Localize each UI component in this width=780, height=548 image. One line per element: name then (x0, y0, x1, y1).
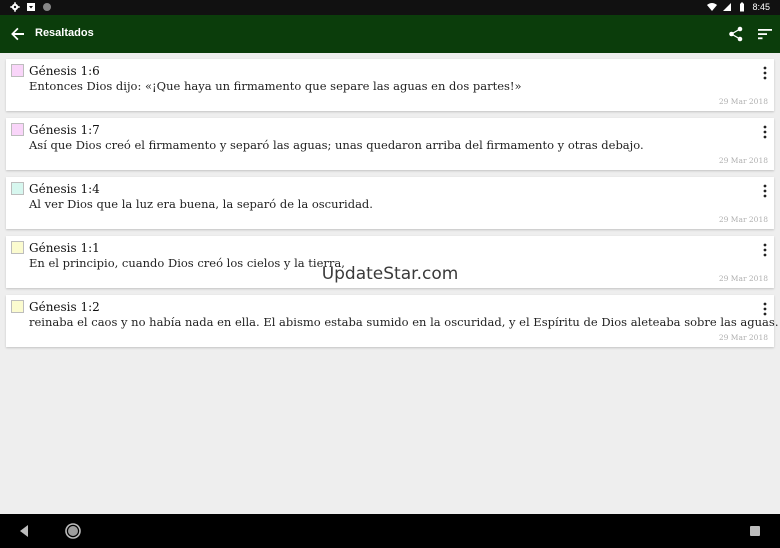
verse-reference: Génesis 1:2 (29, 300, 100, 314)
verse-text: reinaba el caos y no había nada en ella.… (29, 315, 779, 329)
more-vert-icon[interactable] (762, 243, 768, 257)
navigation-bar (0, 514, 780, 548)
wifi-icon (707, 3, 718, 11)
status-bar: 8:45 (0, 0, 780, 15)
verse-reference: Génesis 1:4 (29, 182, 100, 196)
status-time: 8:45 (752, 2, 770, 12)
circle-icon (43, 3, 51, 11)
highlight-color-swatch (11, 241, 24, 254)
highlight-color-swatch (11, 300, 24, 313)
highlight-date: 29 Mar 2018 (718, 97, 768, 106)
more-vert-icon[interactable] (762, 302, 768, 316)
more-vert-icon[interactable] (762, 184, 768, 198)
more-vert-icon[interactable] (762, 66, 768, 80)
settings-icon (10, 2, 20, 12)
verse-reference: Génesis 1:1 (29, 241, 100, 255)
battery-icon (740, 2, 745, 12)
verse-text: Entonces Dios dijo: «¡Que haya un firmam… (29, 79, 522, 93)
nav-back-icon[interactable] (16, 523, 32, 539)
nav-home-icon[interactable] (64, 522, 82, 540)
sort-icon[interactable] (756, 25, 774, 43)
highlight-date: 29 Mar 2018 (718, 156, 768, 165)
share-icon[interactable] (727, 25, 745, 43)
back-arrow-icon[interactable] (8, 24, 28, 44)
highlight-date: 29 Mar 2018 (718, 215, 768, 224)
highlight-card[interactable]: Génesis 1:4 Al ver Dios que la luz era b… (6, 177, 774, 229)
verse-text: Al ver Dios que la luz era buena, la sep… (29, 197, 373, 211)
more-vert-icon[interactable] (762, 125, 768, 139)
watermark: UpdateStar.com (321, 264, 459, 284)
page-title: Resaltados (35, 27, 94, 39)
highlight-color-swatch (11, 182, 24, 195)
verse-reference: Génesis 1:6 (29, 64, 100, 78)
highlight-card[interactable]: Génesis 1:2 reinaba el caos y no había n… (6, 295, 778, 347)
app-bar: Resaltados (0, 15, 780, 53)
verse-text: Así que Dios creó el firmamento y separó… (29, 138, 644, 152)
highlight-card[interactable]: Génesis 1:6 Entonces Dios dijo: «¡Que ha… (6, 59, 774, 111)
download-icon (27, 3, 35, 11)
highlights-list: Génesis 1:6 Entonces Dios dijo: «¡Que ha… (6, 59, 778, 354)
highlight-color-swatch (11, 64, 24, 77)
verse-reference: Génesis 1:7 (29, 123, 100, 137)
highlight-card[interactable]: Génesis 1:7 Así que Dios creó el firmame… (6, 118, 774, 170)
nav-recents-icon[interactable] (749, 525, 761, 537)
highlight-date: 29 Mar 2018 (718, 333, 768, 342)
signal-icon (723, 3, 732, 11)
highlight-color-swatch (11, 123, 24, 136)
